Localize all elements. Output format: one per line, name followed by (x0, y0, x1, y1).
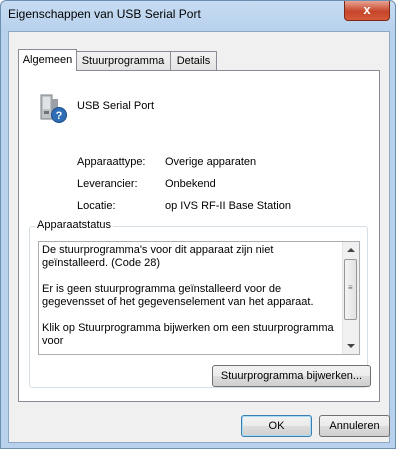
device-status-label: Apparaatstatus (35, 219, 113, 231)
device-name: USB Serial Port (77, 100, 155, 112)
update-driver-button[interactable]: Stuurprogramma bijwerken... (212, 365, 371, 387)
scroll-down-icon[interactable] (347, 344, 355, 348)
device-type-value: Overige apparaten (165, 156, 257, 168)
tab-algemeen[interactable]: Algemeen (18, 49, 77, 71)
status-paragraph: Er is geen stuurprogramma geïnstalleerd … (42, 283, 314, 308)
location-label: Locatie: (77, 200, 116, 212)
window-title: Eigenschappen van USB Serial Port (8, 7, 201, 21)
manufacturer-value: Onbekend (165, 178, 216, 190)
status-paragraph: De stuurprogramma's voor dit apparaat zi… (42, 244, 274, 269)
status-scrollbar[interactable]: ≡ (342, 242, 359, 354)
close-button[interactable]: x (344, 1, 390, 21)
device-status-textbox[interactable]: De stuurprogramma's voor dit apparaat zi… (38, 241, 360, 355)
usb-device-question-icon: ? (40, 94, 67, 123)
device-status-text: De stuurprogramma's voor dit apparaat zi… (42, 244, 342, 354)
cancel-button[interactable]: Annuleren (319, 415, 390, 437)
status-paragraph: Klik op Stuurprogramma bijwerken om een … (42, 322, 334, 347)
tab-details[interactable]: Details (170, 51, 217, 70)
tab-stuurprogramma[interactable]: Stuurprogramma (75, 51, 171, 70)
grip-icon: ≡ (348, 283, 353, 292)
scroll-thumb[interactable]: ≡ (344, 259, 357, 320)
svg-text:?: ? (56, 110, 63, 122)
device-type-label: Apparaattype: (77, 156, 146, 168)
scroll-up-icon[interactable] (347, 248, 355, 252)
location-value: op IVS RF-II Base Station (165, 200, 291, 212)
close-icon: x (363, 2, 371, 17)
ok-button[interactable]: OK (241, 415, 312, 437)
tab-panel-general: ? USB Serial Port Apparaattype: Overige … (18, 70, 380, 402)
manufacturer-label: Leverancier: (77, 178, 138, 190)
title-bar[interactable]: Eigenschappen van USB Serial Port x (1, 1, 395, 31)
dialog-body: Algemeen Stuurprogramma Details ? USB Se… (8, 31, 390, 443)
properties-dialog: Eigenschappen van USB Serial Port x Alge… (0, 0, 396, 449)
